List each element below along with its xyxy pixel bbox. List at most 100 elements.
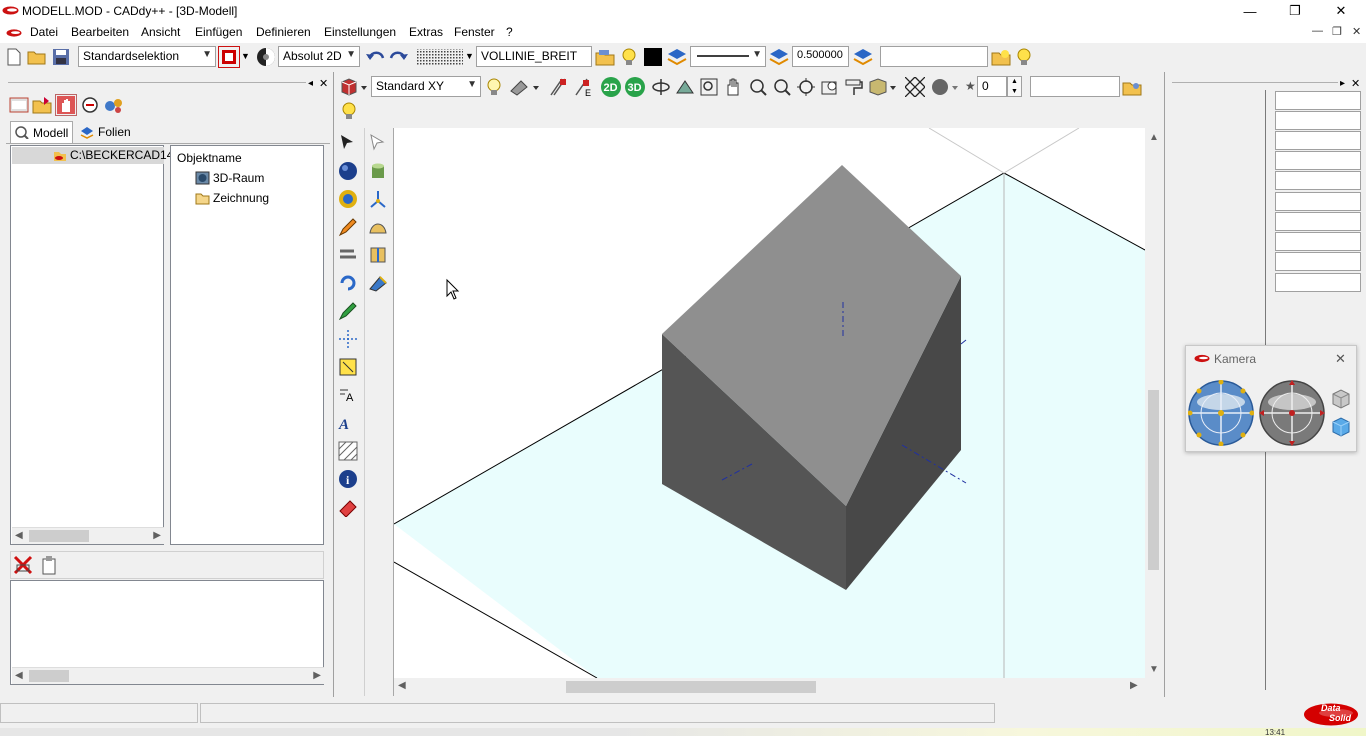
new-file-button[interactable] bbox=[3, 46, 25, 68]
minimize-button[interactable]: — bbox=[1227, 0, 1273, 22]
camera-orbit-globe-icon[interactable] bbox=[1188, 380, 1254, 446]
line-width-field[interactable]: 0.500000 bbox=[792, 46, 849, 67]
line-style-select[interactable]: ▼ bbox=[690, 46, 766, 67]
mdi-close-button[interactable]: ✕ bbox=[1352, 25, 1361, 38]
layer-slot[interactable] bbox=[1275, 273, 1361, 292]
save-button[interactable] bbox=[50, 46, 72, 68]
light-bulb-icon[interactable] bbox=[1013, 46, 1035, 68]
spin-buttons[interactable]: ▲ ▼ bbox=[1007, 76, 1022, 97]
menu-einstellungen[interactable]: Einstellungen bbox=[324, 25, 396, 39]
spin-value-field[interactable]: 0 bbox=[977, 76, 1007, 97]
layer-slot[interactable] bbox=[1275, 151, 1361, 170]
menu-extras[interactable]: Extras bbox=[409, 25, 443, 39]
star-icon[interactable]: ★ bbox=[965, 79, 976, 93]
sphere-tool[interactable] bbox=[337, 160, 359, 182]
layer-slot[interactable] bbox=[1275, 212, 1361, 231]
scroll-left-icon[interactable]: ◀ bbox=[15, 530, 23, 541]
3d-select-tool[interactable] bbox=[367, 132, 389, 154]
coordinate-mode-select[interactable]: Absolut 2D ▼ bbox=[278, 46, 360, 67]
pattern-select[interactable] bbox=[416, 46, 464, 68]
measure-tool[interactable] bbox=[337, 188, 359, 210]
surface-tool[interactable] bbox=[367, 216, 389, 238]
camera-roll-globe-icon[interactable] bbox=[1259, 380, 1325, 446]
view-2d-button[interactable]: 2D bbox=[600, 76, 622, 98]
menu-ansicht[interactable]: Ansicht bbox=[141, 25, 180, 39]
object-list[interactable]: Objektname 3D-Raum Zeichnung bbox=[170, 145, 324, 545]
right-panel-pin-button[interactable]: ▸ bbox=[1340, 78, 1345, 89]
folder-tree-button[interactable] bbox=[31, 94, 53, 116]
axis-tool[interactable] bbox=[337, 328, 359, 350]
eraser-tool[interactable] bbox=[337, 496, 359, 518]
clipboard-button[interactable] bbox=[38, 554, 60, 576]
select-arrow-tool[interactable] bbox=[337, 132, 359, 154]
layer-stack-icon[interactable] bbox=[666, 46, 688, 68]
left-panel-close-button[interactable]: ✕ bbox=[319, 77, 328, 90]
model-view-button[interactable] bbox=[8, 94, 30, 116]
scroll-up-icon[interactable]: ▲ bbox=[1149, 132, 1159, 143]
view-orientation-select[interactable]: Standard XY ▼ bbox=[371, 76, 481, 97]
pencil-tool[interactable] bbox=[337, 216, 359, 238]
scroll-left-icon[interactable]: ◀ bbox=[398, 680, 406, 691]
menu-help[interactable]: ? bbox=[506, 25, 513, 39]
scroll-left-icon[interactable]: ◀ bbox=[15, 670, 23, 681]
right-panel-close-button[interactable]: ✕ bbox=[1351, 77, 1360, 90]
scroll-right-icon[interactable]: ▶ bbox=[153, 530, 161, 541]
scroll-right-icon[interactable]: ▶ bbox=[1130, 680, 1138, 691]
zoom-window-icon[interactable] bbox=[698, 76, 720, 98]
view-box-dropdown[interactable] bbox=[338, 76, 368, 98]
layer-light-icon[interactable] bbox=[618, 46, 640, 68]
close-button[interactable]: ✕ bbox=[1318, 0, 1364, 22]
left-panel-pin-button[interactable]: ◂ bbox=[308, 78, 313, 89]
view-3d-button[interactable]: 3D bbox=[624, 76, 646, 98]
text-position-tool[interactable]: A bbox=[337, 384, 359, 406]
dimension-tool[interactable] bbox=[337, 356, 359, 378]
walk-icon[interactable] bbox=[674, 76, 696, 98]
zoom-all-icon[interactable] bbox=[795, 76, 817, 98]
maximize-button[interactable]: ❐ bbox=[1272, 0, 1318, 22]
camera-panel-close-button[interactable]: ✕ bbox=[1335, 351, 1346, 367]
redo-button[interactable] bbox=[388, 46, 410, 68]
section-plane-icon[interactable] bbox=[547, 76, 569, 98]
hand-select-button[interactable] bbox=[55, 94, 77, 116]
selection-frame-button[interactable] bbox=[218, 46, 240, 68]
green-pencil-tool[interactable] bbox=[337, 300, 359, 322]
menu-einfuegen[interactable]: Einfügen bbox=[195, 25, 242, 39]
viewport-horizontal-scrollbar[interactable]: ◀ ▶ bbox=[394, 678, 1145, 695]
tab-modell[interactable]: Modell bbox=[10, 121, 74, 143]
extrude-tool[interactable] bbox=[367, 244, 389, 266]
model-tree[interactable]: C:\BECKERCAD14 ◀ ▶ bbox=[10, 145, 173, 545]
viewport-hscroll-thumb[interactable] bbox=[566, 681, 816, 693]
tree-scroll-thumb[interactable] bbox=[29, 530, 89, 542]
layer-folder-icon[interactable] bbox=[594, 46, 616, 68]
3d-paint-tool[interactable] bbox=[367, 272, 389, 294]
open-file-button[interactable] bbox=[26, 46, 48, 68]
settings-gears-button[interactable] bbox=[103, 94, 125, 116]
selection-mode-select[interactable]: Standardselektion ▼ bbox=[78, 46, 216, 67]
layer-slot[interactable] bbox=[1275, 131, 1361, 150]
3d-viewport[interactable] bbox=[394, 128, 1145, 678]
layer-slot[interactable] bbox=[1275, 171, 1361, 190]
hatch-pattern-icon[interactable] bbox=[904, 76, 926, 98]
layer-name-field[interactable] bbox=[880, 46, 988, 67]
undo-button[interactable] bbox=[364, 46, 386, 68]
solid-render-dropdown[interactable] bbox=[867, 76, 897, 98]
viewport-search-field[interactable] bbox=[1030, 76, 1120, 97]
material-dropdown[interactable] bbox=[929, 76, 961, 98]
object-item-3d-raum[interactable]: 3D-Raum bbox=[195, 171, 264, 185]
mdi-restore-button[interactable]: ❐ bbox=[1332, 25, 1342, 38]
search-filter-button[interactable] bbox=[80, 94, 102, 116]
edge-plane-icon[interactable]: E bbox=[572, 76, 594, 98]
color-swatch-button[interactable] bbox=[642, 46, 664, 68]
menu-definieren[interactable]: Definieren bbox=[256, 25, 311, 39]
pattern-dropdown-icon[interactable]: ▼ bbox=[465, 51, 474, 61]
rotate-tool[interactable] bbox=[337, 272, 359, 294]
zoom-previous-icon[interactable] bbox=[819, 76, 841, 98]
folder-person-icon[interactable] bbox=[1121, 76, 1143, 98]
cylinder-tool[interactable] bbox=[367, 160, 389, 182]
splitter-right[interactable] bbox=[1164, 72, 1165, 697]
viewport-vertical-scrollbar[interactable]: ▲ ▼ bbox=[1145, 128, 1162, 678]
selection-frame-dropdown-icon[interactable]: ▼ bbox=[241, 51, 250, 61]
tree-horizontal-scrollbar[interactable]: ◀ ▶ bbox=[12, 527, 164, 544]
layer-slot[interactable] bbox=[1275, 91, 1361, 110]
layer-slot[interactable] bbox=[1275, 192, 1361, 211]
